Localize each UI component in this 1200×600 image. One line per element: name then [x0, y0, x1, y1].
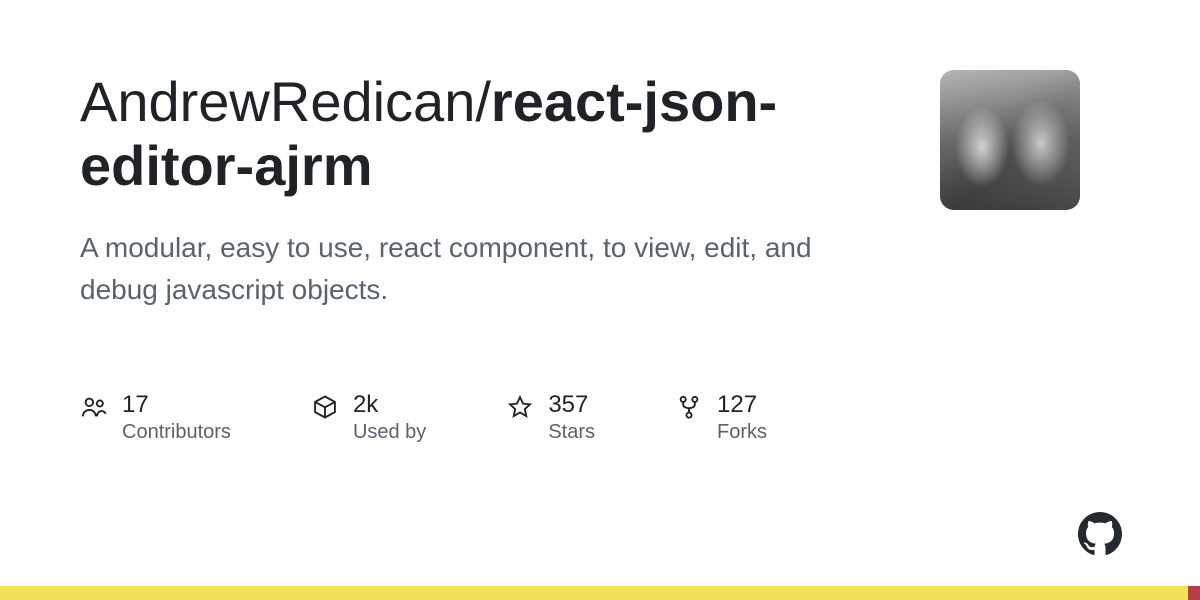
title-separator: / — [475, 70, 491, 133]
stat-forks[interactable]: 127 Forks — [675, 391, 767, 444]
stat-label: Stars — [548, 421, 595, 444]
fork-icon — [675, 393, 703, 421]
stat-value: 2k — [353, 391, 426, 419]
stat-usedby[interactable]: 2k Used by — [311, 391, 426, 444]
language-bar — [0, 586, 1200, 600]
star-icon — [506, 393, 534, 421]
repo-owner[interactable]: AndrewRedican — [80, 70, 475, 133]
repo-title: AndrewRedican/react-json-editor-ajrm — [80, 70, 900, 199]
people-icon — [80, 393, 108, 421]
stat-contributors[interactable]: 17 Contributors — [80, 391, 231, 444]
stat-stars[interactable]: 357 Stars — [506, 391, 595, 444]
stats-row: 17 Contributors 2k Used by 357 — [80, 391, 900, 444]
stat-label: Forks — [717, 421, 767, 444]
stat-value: 17 — [122, 391, 231, 419]
owner-avatar[interactable] — [940, 70, 1080, 210]
stat-label: Contributors — [122, 421, 231, 444]
stat-value: 357 — [548, 391, 595, 419]
stat-value: 127 — [717, 391, 767, 419]
language-segment — [1188, 586, 1200, 600]
language-segment — [0, 586, 1188, 600]
github-logo-icon[interactable] — [1078, 512, 1122, 556]
repo-description: A modular, easy to use, react component,… — [80, 227, 840, 311]
package-icon — [311, 393, 339, 421]
stat-label: Used by — [353, 421, 426, 444]
